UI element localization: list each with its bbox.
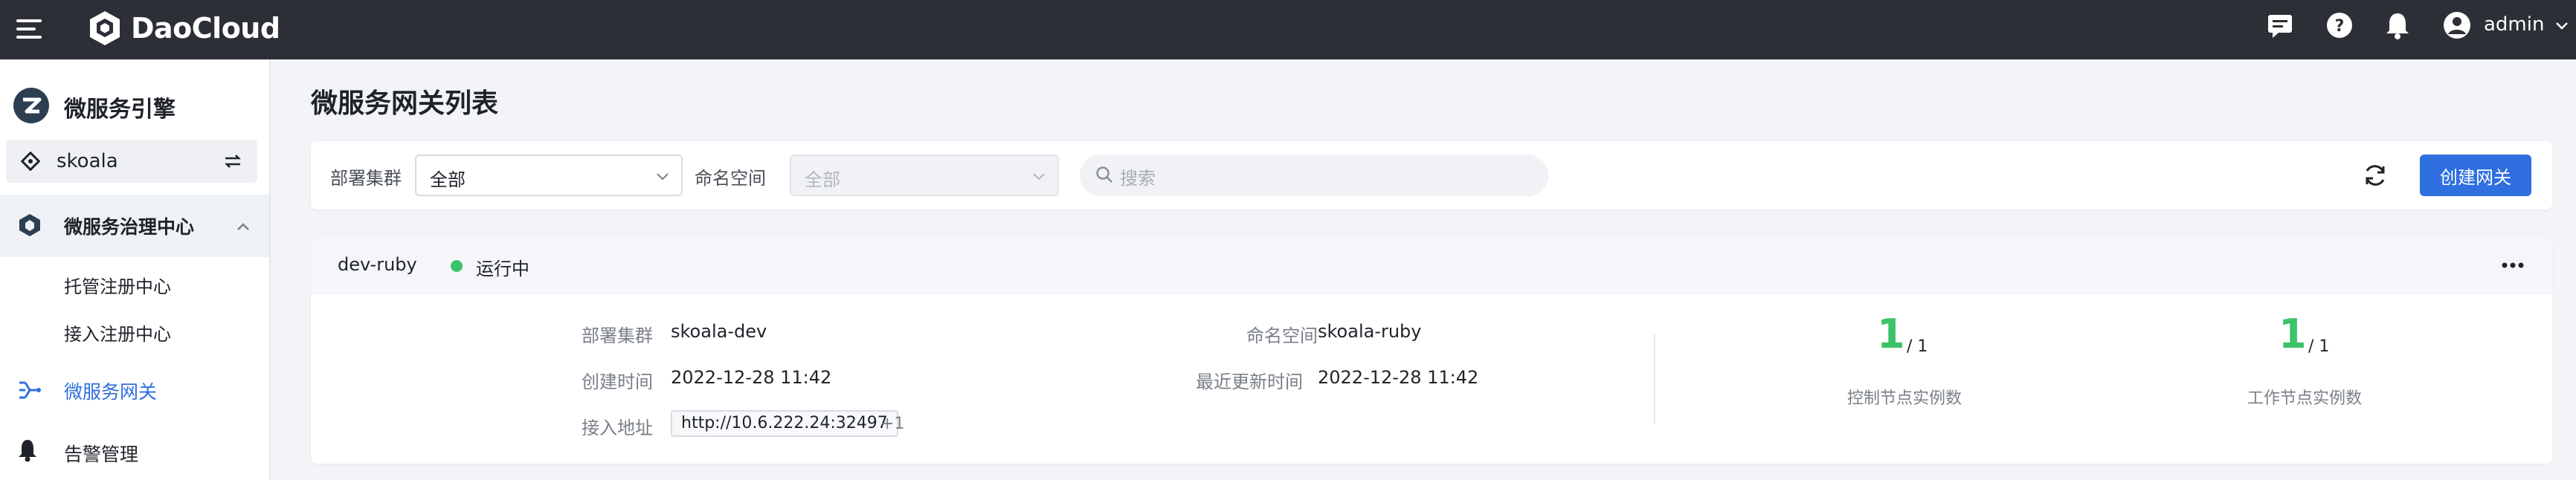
- chevron-down-icon[interactable]: [2554, 18, 2570, 34]
- bell-icon: [19, 440, 36, 462]
- refresh-icon[interactable]: [2360, 160, 2390, 190]
- gateway-card-header: dev-ruby 运行中: [311, 236, 2552, 294]
- namespace-value: skoala-ruby: [1318, 321, 1422, 342]
- more-actions-icon[interactable]: [2500, 253, 2525, 278]
- updated-time-label: 最近更新时间: [1196, 372, 1303, 392]
- nav-item-managed-registry[interactable]: 托管注册中心: [64, 272, 171, 298]
- workspace-icon: [21, 152, 40, 171]
- svg-text:?: ?: [2335, 17, 2345, 36]
- nav-item-label: 微服务网关: [64, 381, 158, 403]
- created-time-value: 2022-12-28 11:42: [671, 367, 832, 388]
- menu-icon[interactable]: [16, 16, 42, 42]
- microservice-engine-icon: [13, 88, 49, 123]
- namespace-filter-label: 命名空间: [695, 168, 766, 189]
- brand-name: DaoCloud: [131, 12, 280, 45]
- cluster-select-value: 全部: [430, 169, 466, 190]
- workspace-name: skoala: [57, 150, 118, 172]
- user-name[interactable]: admin: [2484, 13, 2544, 36]
- search-input[interactable]: 搜索: [1080, 155, 1548, 196]
- brand-logo[interactable]: DaoCloud: [86, 6, 280, 51]
- nav-item-gateway[interactable]: 微服务网关: [0, 366, 269, 413]
- control-nodes-ready: 1: [1877, 311, 1905, 357]
- gateway-card[interactable]: dev-ruby 运行中 部署集群 skoala-dev 命名空间 skoala…: [311, 236, 2552, 464]
- page-title: 微服务网关列表: [311, 88, 499, 119]
- bell-icon[interactable]: [2383, 10, 2412, 40]
- governance-icon: [19, 214, 40, 236]
- control-nodes-total: / 1: [1907, 337, 1928, 356]
- address-more[interactable]: +1: [880, 415, 904, 433]
- nav-group-governance[interactable]: 微服务治理中心: [0, 195, 269, 257]
- daocloud-logo-icon: [90, 11, 120, 45]
- sidebar-title: 微服务引擎: [64, 97, 176, 123]
- nav-item-integrated-registry[interactable]: 接入注册中心: [64, 320, 171, 346]
- worker-nodes-label: 工作节点实例数: [2247, 389, 2363, 408]
- nav-item-alerts[interactable]: 告警管理: [0, 428, 269, 476]
- cluster-select[interactable]: 全部: [415, 155, 683, 196]
- workspace-switcher[interactable]: skoala: [6, 140, 257, 183]
- top-bar: DaoCloud ? admin: [0, 0, 2576, 59]
- create-gateway-button[interactable]: 创建网关: [2420, 155, 2531, 196]
- control-nodes-label: 控制节点实例数: [1847, 389, 1962, 408]
- gateway-name[interactable]: dev-ruby: [338, 254, 417, 275]
- worker-nodes-total: / 1: [2308, 337, 2330, 356]
- filter-bar: 部署集群 全部 命名空间 全部 搜索 创建网关: [311, 141, 2552, 210]
- cluster-value: skoala-dev: [671, 321, 767, 342]
- namespace-select[interactable]: 全部: [790, 155, 1059, 196]
- message-icon[interactable]: [2265, 10, 2295, 40]
- updated-time-value: 2022-12-28 11:42: [1318, 367, 1479, 388]
- user-avatar-icon[interactable]: [2442, 10, 2472, 40]
- gateway-icon: [19, 381, 41, 399]
- namespace-select-value: 全部: [805, 169, 840, 190]
- sidebar: 微服务引擎 skoala 微服务治理中心 托管注册中心 接入注册中心 微服务网关…: [0, 59, 271, 480]
- nav-group-label: 微服务治理中心: [64, 216, 195, 238]
- cluster-label: 部署集群: [582, 325, 653, 346]
- namespace-label: 命名空间: [1246, 325, 1318, 346]
- address-tag[interactable]: http://10.6.222.24:32497: [671, 410, 898, 437]
- search-placeholder: 搜索: [1120, 168, 1156, 189]
- divider: [1654, 334, 1655, 424]
- help-icon[interactable]: ?: [2325, 10, 2354, 40]
- status-dot: [451, 260, 463, 272]
- worker-nodes-ready: 1: [2279, 311, 2307, 357]
- cluster-filter-label: 部署集群: [330, 168, 402, 189]
- nav-item-label: 告警管理: [64, 444, 139, 465]
- chevron-down-icon: [1033, 173, 1045, 181]
- address-label: 接入地址: [582, 418, 653, 438]
- search-icon: [1096, 166, 1112, 183]
- chevron-down-icon: [657, 173, 669, 181]
- switch-icon[interactable]: [222, 150, 244, 172]
- chevron-up-icon[interactable]: [235, 218, 251, 235]
- created-time-label: 创建时间: [582, 372, 653, 392]
- gateway-status: 运行中: [476, 259, 529, 279]
